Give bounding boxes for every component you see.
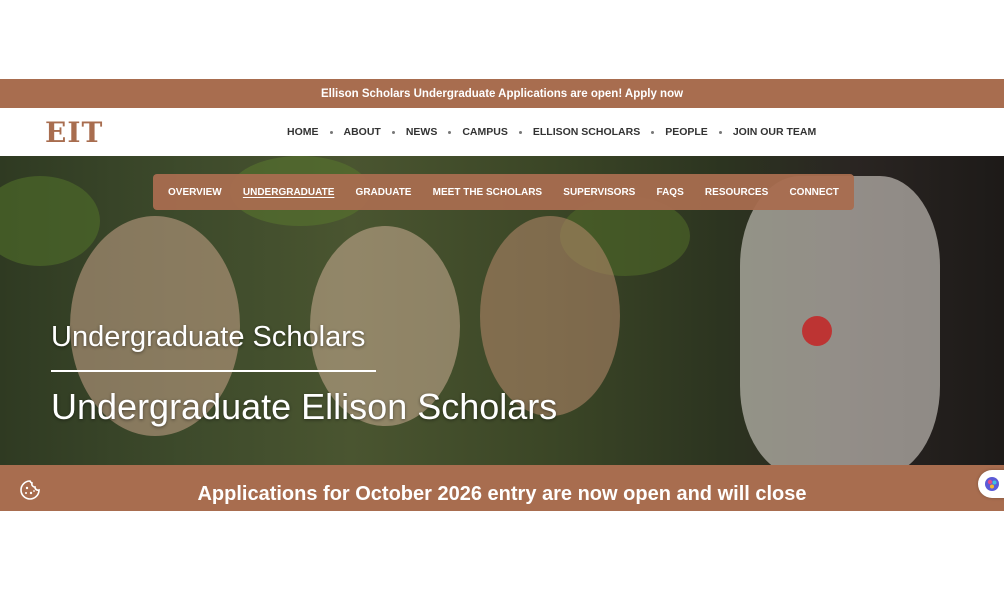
page-frame: Ellison Scholars Undergraduate Applicati…	[0, 79, 1004, 511]
accessibility-assistant-icon[interactable]	[978, 470, 1004, 498]
nav-about[interactable]: ABOUT	[344, 126, 381, 138]
applications-text: Applications for October 2026 entry are …	[197, 483, 807, 505]
hero-photo-flower	[802, 316, 832, 346]
hero-subtitle: Undergraduate Scholars	[51, 321, 366, 353]
nav-separator	[391, 130, 395, 134]
main-nav: HOME ABOUT NEWS CAMPUS ELLISON SCHOLARS …	[287, 108, 816, 156]
nav-news[interactable]: NEWS	[406, 126, 438, 138]
nav-campus[interactable]: CAMPUS	[462, 126, 508, 138]
section-subnav: OVERVIEW UNDERGRADUATE GRADUATE MEET THE…	[153, 174, 854, 210]
nav-separator	[329, 130, 333, 134]
applications-banner: Applications for October 2026 entry are …	[0, 465, 1004, 511]
hero-title: Undergraduate Ellison Scholars	[51, 386, 558, 427]
hero-image: OVERVIEW UNDERGRADUATE GRADUATE MEET THE…	[0, 156, 1004, 465]
nav-people[interactable]: PEOPLE	[665, 126, 708, 138]
nav-separator	[718, 130, 722, 134]
subnav-faqs[interactable]: FAQS	[657, 187, 684, 198]
subnav-connect[interactable]: CONNECT	[789, 187, 838, 198]
subnav-overview[interactable]: OVERVIEW	[168, 187, 222, 198]
subnav-meet-the-scholars[interactable]: MEET THE SCHOLARS	[433, 187, 542, 198]
site-header: EIT HOME ABOUT NEWS CAMPUS ELLISON SCHOL…	[0, 108, 1004, 156]
hero-divider	[51, 370, 376, 372]
announcement-bar[interactable]: Ellison Scholars Undergraduate Applicati…	[0, 79, 1004, 108]
subnav-undergraduate[interactable]: UNDERGRADUATE	[243, 187, 334, 198]
nav-separator	[518, 130, 522, 134]
nav-home[interactable]: HOME	[287, 126, 319, 138]
subnav-resources[interactable]: RESOURCES	[705, 187, 768, 198]
announcement-text[interactable]: Ellison Scholars Undergraduate Applicati…	[321, 88, 683, 100]
nav-separator	[448, 130, 452, 134]
nav-separator	[651, 130, 655, 134]
hero-photo-foliage	[0, 176, 100, 266]
subnav-supervisors[interactable]: SUPERVISORS	[563, 187, 635, 198]
hero-photo-person	[740, 176, 940, 465]
site-logo[interactable]: EIT	[45, 116, 103, 149]
nav-ellison-scholars[interactable]: ELLISON SCHOLARS	[533, 126, 640, 138]
subnav-graduate[interactable]: GRADUATE	[356, 187, 412, 198]
nav-join-our-team[interactable]: JOIN OUR TEAM	[733, 126, 816, 138]
